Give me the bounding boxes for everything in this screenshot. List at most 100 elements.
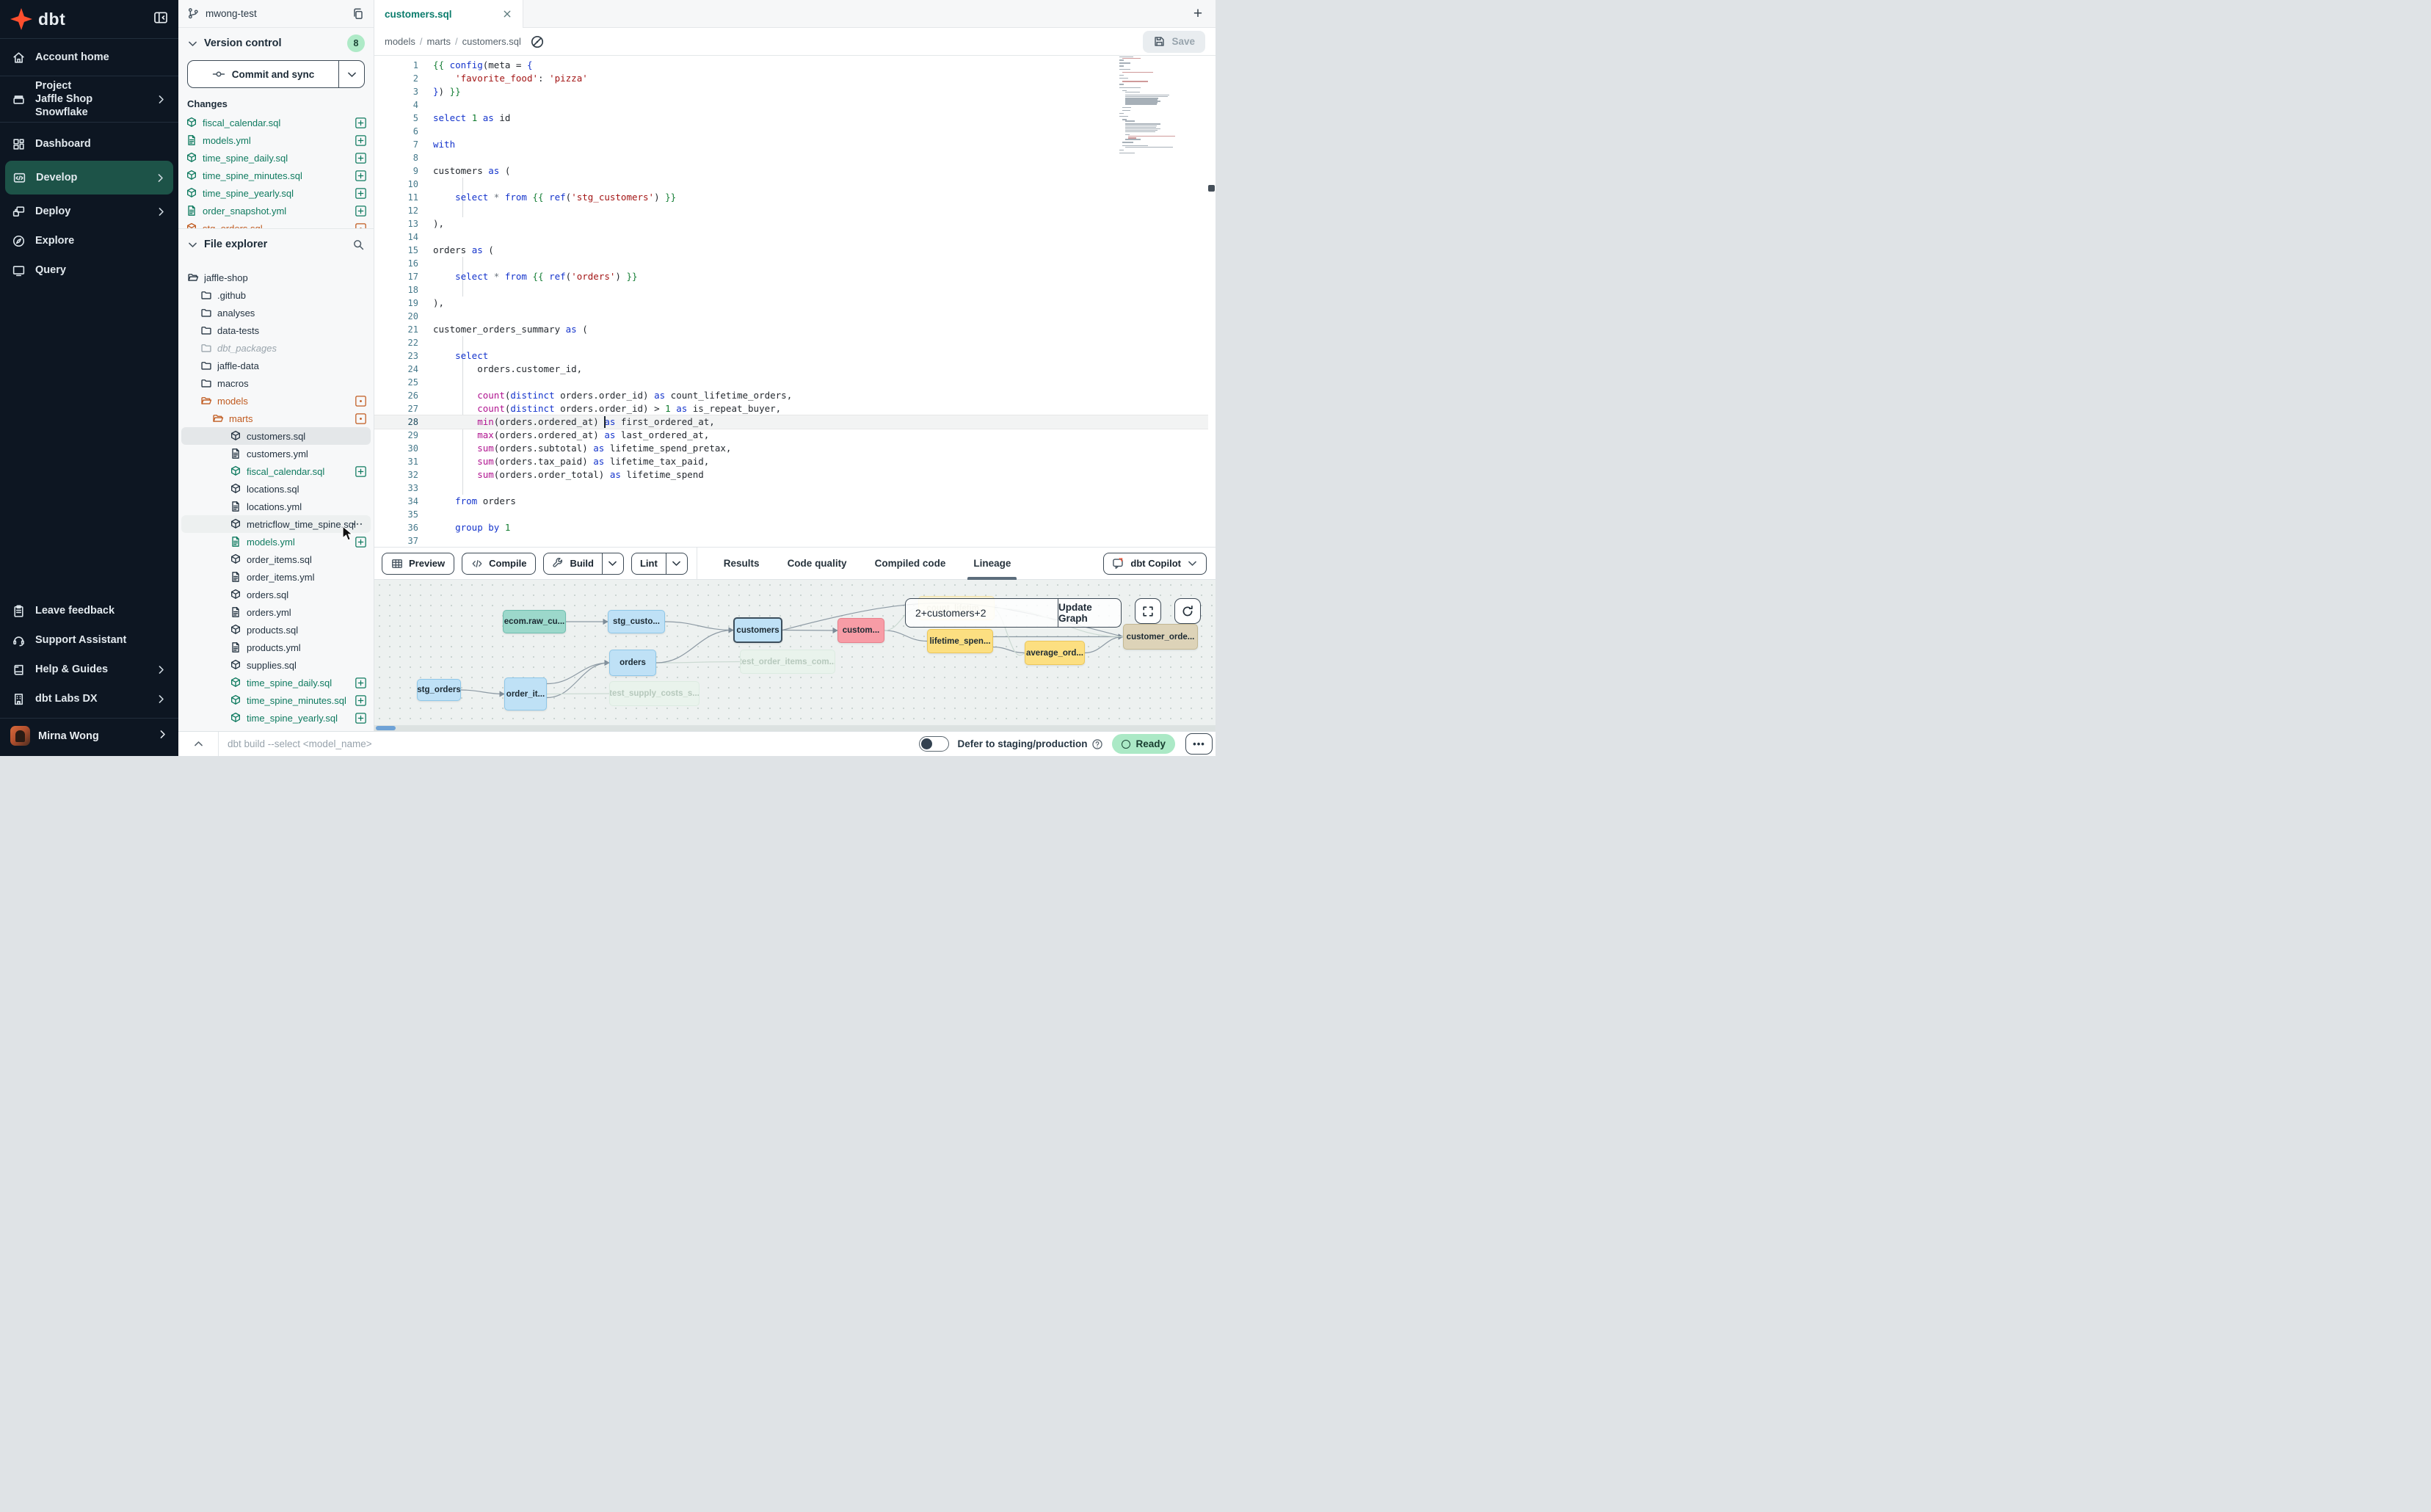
lineage-node-average_ord[interactable]: average_ord... xyxy=(1025,641,1085,665)
tree-item-marts[interactable]: marts xyxy=(178,410,374,427)
lineage-canvas[interactable]: ecom.raw_cu...stg_custo...stg_ordersorde… xyxy=(374,580,1216,731)
tree-item-orders-sql[interactable]: orders.sql xyxy=(178,586,374,603)
code-line-28[interactable]: 28 min(orders.ordered_at) as first_order… xyxy=(374,415,1208,429)
code-line-36[interactable]: 36 group by 1 xyxy=(374,521,1208,534)
code-line-13[interactable]: 13), xyxy=(374,217,1208,230)
sidebar-item-dbt-labs-dx[interactable]: dbt Labs DX xyxy=(0,684,178,713)
lineage-node-test_order[interactable]: test_order_items_com... xyxy=(740,650,835,674)
tab-compiled-code[interactable]: Compiled code xyxy=(875,547,946,580)
sidebar-item-account-home[interactable]: Account home xyxy=(0,38,178,76)
tree-item-jaffle-data[interactable]: jaffle-data xyxy=(178,357,374,374)
stage-plus-icon[interactable] xyxy=(355,153,366,164)
tree-item--github[interactable]: .github xyxy=(178,286,374,304)
change-item[interactable]: stg_orders.sql xyxy=(178,219,374,228)
tree-item-time-spine-yearly-sql[interactable]: time_spine_yearly.sql xyxy=(178,709,374,727)
stage-plus-icon[interactable] xyxy=(355,537,366,548)
code-line-29[interactable]: 29 max(orders.ordered_at) as last_ordere… xyxy=(374,429,1208,442)
minimap[interactable] xyxy=(1119,57,1189,154)
copy-icon[interactable] xyxy=(352,7,365,21)
tree-item-order-items-yml[interactable]: order_items.yml xyxy=(178,568,374,586)
new-tab-button[interactable]: + xyxy=(1189,5,1207,23)
code-line-16[interactable]: 16 xyxy=(374,257,1208,270)
lineage-node-stg_orders[interactable]: stg_orders xyxy=(417,679,461,701)
sidebar-item-query[interactable]: Query xyxy=(0,255,178,285)
stage-plus-icon[interactable] xyxy=(355,713,366,724)
lint-options-caret[interactable] xyxy=(666,553,687,574)
code-line-14[interactable]: 14 xyxy=(374,230,1208,244)
search-icon[interactable] xyxy=(352,239,365,251)
code-line-21[interactable]: 21customer_orders_summary as ( xyxy=(374,323,1208,336)
save-button[interactable]: Save xyxy=(1143,31,1205,53)
code-line-5[interactable]: 5select 1 as id xyxy=(374,112,1208,125)
stage-plus-icon[interactable] xyxy=(355,695,366,706)
code-line-23[interactable]: 23 select xyxy=(374,349,1208,363)
code-line-4[interactable]: 4 xyxy=(374,98,1208,112)
tree-item-time-spine-minutes-sql[interactable]: time_spine_minutes.sql xyxy=(178,691,374,709)
tree-item-order-items-sql[interactable]: order_items.sql xyxy=(178,550,374,568)
lineage-node-stg_custo[interactable]: stg_custo... xyxy=(608,610,665,633)
compile-button[interactable]: Compile xyxy=(462,553,536,575)
tree-item-locations-yml[interactable]: locations.yml xyxy=(178,498,374,515)
lineage-node-customers[interactable]: customers xyxy=(733,617,782,643)
stage-plus-icon[interactable] xyxy=(355,466,366,477)
code-line-15[interactable]: 15orders as ( xyxy=(374,244,1208,257)
tree-item-jaffle-shop[interactable]: jaffle-shop xyxy=(178,269,374,286)
change-item[interactable]: time_spine_minutes.sql xyxy=(178,167,374,184)
lineage-hscrollbar[interactable] xyxy=(374,725,1216,731)
code-line-24[interactable]: 24 orders.customer_id, xyxy=(374,363,1208,376)
code-line-6[interactable]: 6 xyxy=(374,125,1208,138)
refresh-button[interactable] xyxy=(1174,598,1201,624)
sidebar-item-support-assistant[interactable]: Support Assistant xyxy=(0,625,178,655)
change-item[interactable]: models.yml xyxy=(178,131,374,149)
sidebar-item-leave-feedback[interactable]: Leave feedback xyxy=(0,596,178,625)
version-control-header[interactable]: Version control 8 xyxy=(178,28,374,59)
user-menu[interactable]: Mirna Wong xyxy=(0,719,178,756)
help-icon[interactable] xyxy=(1091,738,1103,750)
lineage-selector-input[interactable] xyxy=(906,599,1058,627)
tree-item-customers-sql[interactable]: customers.sql xyxy=(181,427,371,445)
code-line-18[interactable]: 18 xyxy=(374,283,1208,297)
code-line-7[interactable]: 7with xyxy=(374,138,1208,151)
modified-dot-icon[interactable] xyxy=(355,413,366,424)
tree-item-products-sql[interactable]: products.sql xyxy=(178,621,374,639)
tree-item-time-spine-daily-sql[interactable]: time_spine_daily.sql xyxy=(178,674,374,691)
tree-item-analyses[interactable]: analyses xyxy=(178,304,374,321)
tree-item-macros[interactable]: macros xyxy=(178,374,374,392)
lineage-node-orders[interactable]: orders xyxy=(609,650,656,676)
code-line-12[interactable]: 12 xyxy=(374,204,1208,217)
modified-dot-icon[interactable] xyxy=(355,223,366,229)
code-line-27[interactable]: 27 count(distinct orders.order_id) > 1 a… xyxy=(374,402,1208,415)
stage-plus-icon[interactable] xyxy=(355,206,366,217)
code-line-25[interactable]: 25 xyxy=(374,376,1208,389)
code-line-37[interactable]: 37 xyxy=(374,534,1208,547)
breadcrumb-item[interactable]: models xyxy=(385,36,415,47)
sidebar-item-deploy[interactable]: Deploy xyxy=(0,197,178,226)
tab-code-quality[interactable]: Code quality xyxy=(788,547,847,580)
code-line-30[interactable]: 30 sum(orders.subtotal) as lifetime_spen… xyxy=(374,442,1208,455)
code-line-32[interactable]: 32 sum(orders.order_total) as lifetime_s… xyxy=(374,468,1208,481)
code-line-35[interactable]: 35 xyxy=(374,508,1208,521)
breadcrumb-item[interactable]: customers.sql xyxy=(462,36,521,47)
dbt-command-input[interactable] xyxy=(219,738,919,749)
tree-item-supplies-sql[interactable]: supplies.sql xyxy=(178,656,374,674)
code-line-9[interactable]: 9customers as ( xyxy=(374,164,1208,178)
code-line-26[interactable]: 26 count(distinct orders.order_id) as co… xyxy=(374,389,1208,402)
sidebar-item-develop[interactable]: Develop xyxy=(5,161,173,195)
commit-and-sync-button[interactable]: Commit and sync xyxy=(187,60,365,88)
sidebar-item-help-guides[interactable]: Help & Guides xyxy=(0,655,178,684)
file-explorer-header[interactable]: File explorer xyxy=(178,229,374,260)
breadcrumb-item[interactable]: marts xyxy=(427,36,451,47)
code-line-33[interactable]: 33 xyxy=(374,481,1208,495)
stage-plus-icon[interactable] xyxy=(355,135,366,146)
tree-item-data-tests[interactable]: data-tests xyxy=(178,321,374,339)
code-line-34[interactable]: 34 from orders xyxy=(374,495,1208,508)
code-line-1[interactable]: 1{{ config(meta = { xyxy=(374,59,1208,72)
preview-button[interactable]: Preview xyxy=(382,553,454,575)
change-item[interactable]: time_spine_daily.sql xyxy=(178,149,374,167)
stage-plus-icon[interactable] xyxy=(355,677,366,688)
sidebar-item-dashboard[interactable]: Dashboard xyxy=(0,129,178,159)
code-line-2[interactable]: 2 'favorite_food': 'pizza' xyxy=(374,72,1208,85)
lineage-node-custom[interactable]: custom... xyxy=(837,618,884,643)
more-options-icon[interactable] xyxy=(352,518,363,530)
tree-item-metricflow-time-spine-sql[interactable]: metricflow_time_spine.sql xyxy=(181,515,371,533)
